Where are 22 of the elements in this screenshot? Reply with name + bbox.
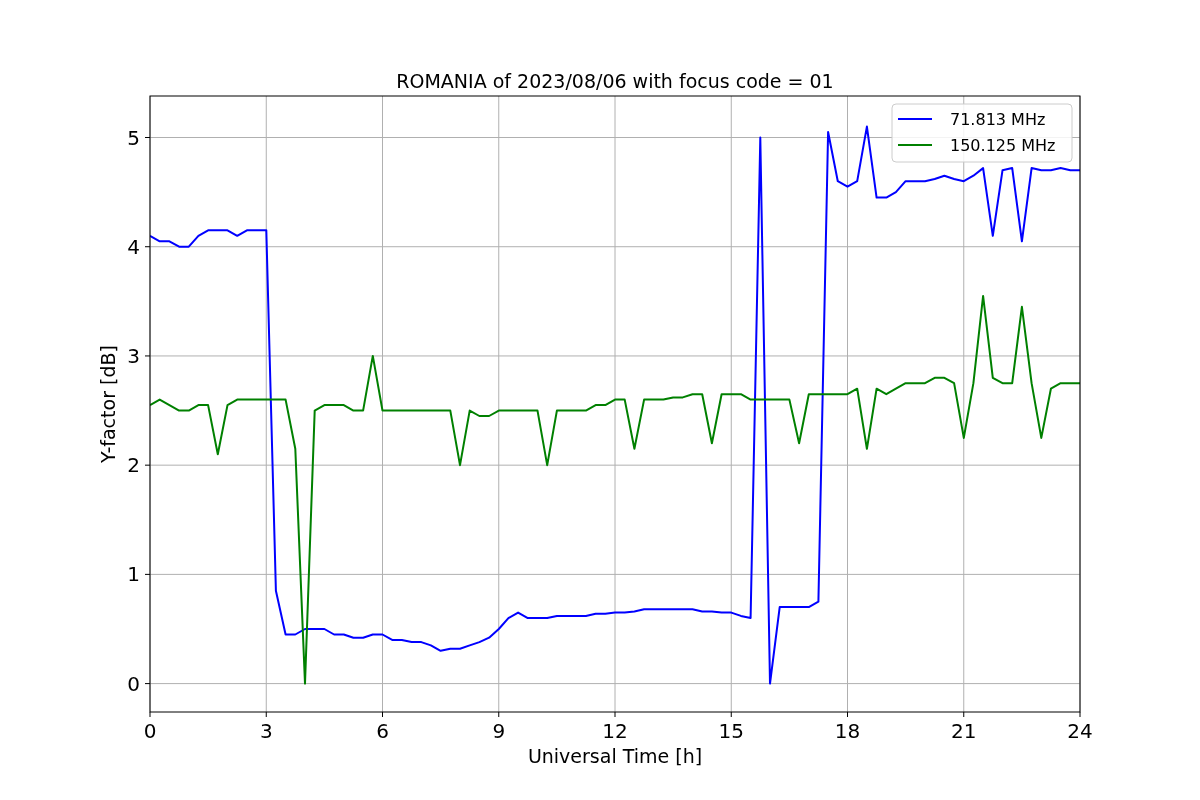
y-axis-label: Y-factor [dB] (97, 345, 119, 463)
legend-label: 150.125 MHz (950, 136, 1056, 155)
x-tick-label: 18 (834, 719, 861, 743)
legend-label: 71.813 MHz (950, 110, 1046, 129)
y-tick-label: 5 (127, 125, 140, 150)
x-tick-label: 12 (602, 719, 628, 743)
x-tick-label: 15 (718, 719, 744, 743)
y-tick-label: 2 (127, 453, 140, 478)
x-tick-label: 6 (376, 719, 389, 743)
y-tick-label: 4 (127, 234, 140, 259)
x-axis-label: Universal Time [h] (527, 745, 703, 767)
y-tick-label: 0 (127, 671, 140, 696)
x-tick-label: 21 (951, 719, 977, 743)
chart-title: ROMANIA of 2023/08/06 with focus code = 01 (396, 70, 834, 92)
x-tick-label: 9 (492, 719, 506, 743)
legend-line (897, 118, 933, 120)
legend-line (897, 144, 933, 146)
x-tick-label: 3 (259, 719, 273, 743)
x-tick-label: 0 (143, 719, 157, 743)
y-tick-label: 1 (127, 562, 140, 587)
x-tick-label: 24 (1067, 719, 1093, 743)
y-tick-label: 3 (127, 343, 140, 368)
